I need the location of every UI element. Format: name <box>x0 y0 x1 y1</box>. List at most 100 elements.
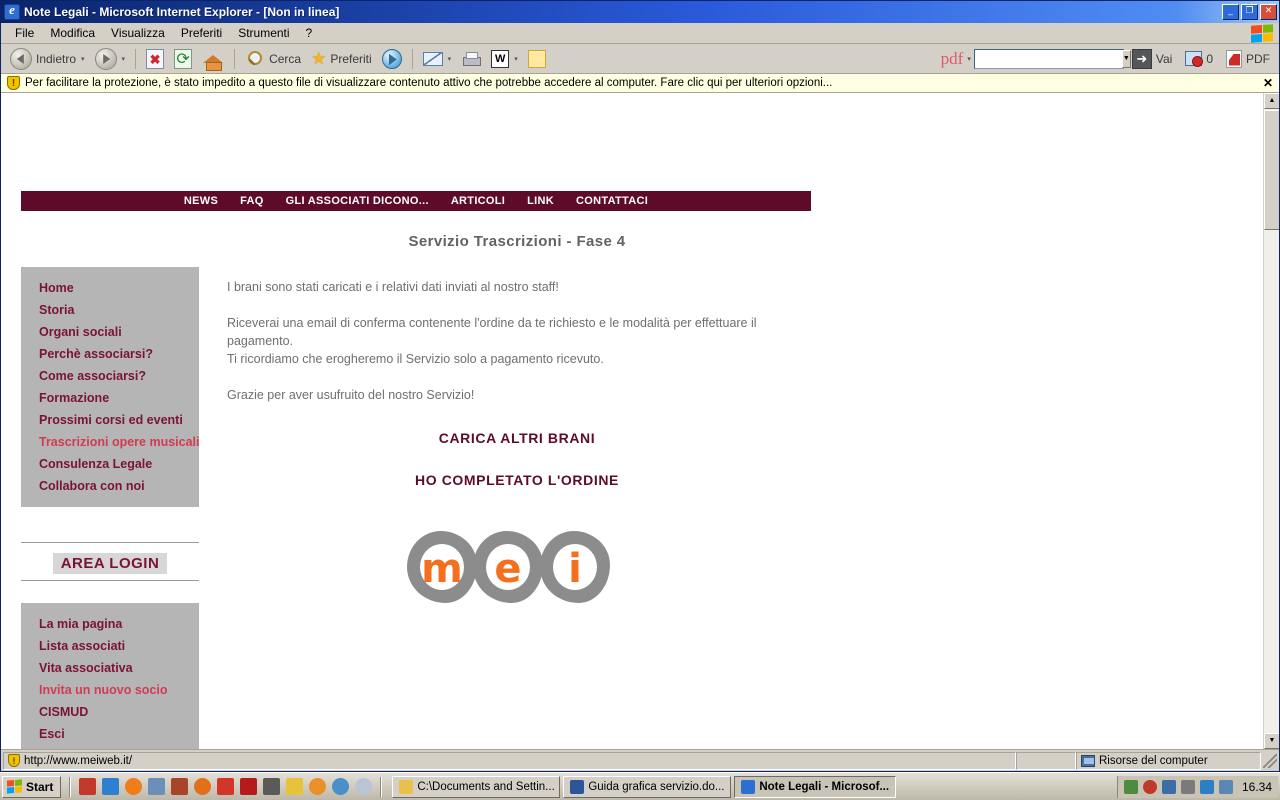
disc-icon[interactable] <box>355 778 373 795</box>
mail-chevron-down-icon[interactable]: ▾ <box>448 55 452 63</box>
edit-chevron-down-icon[interactable]: ▾ <box>514 55 518 63</box>
go-button[interactable]: ➜ Vai <box>1127 46 1177 72</box>
sidebar-item-prossimi-corsi-ed-eventi[interactable]: Prossimi corsi ed eventi <box>21 409 199 431</box>
favorites-button[interactable]: ★ Preferiti <box>306 46 377 72</box>
menu-bar: File Modifica Visualizza Preferiti Strum… <box>1 23 1279 44</box>
menu-item-strumenti[interactable]: Strumenti <box>230 24 297 42</box>
sidebar-item-invita-un-nuovo-socio[interactable]: Invita un nuovo socio <box>21 679 199 701</box>
start-button[interactable]: Start <box>2 775 62 798</box>
scroll-up-button[interactable]: ▲ <box>1264 93 1279 109</box>
browser-window: Note Legali - Microsoft Internet Explore… <box>0 0 1280 772</box>
photoshop-icon[interactable] <box>263 778 281 795</box>
key-icon[interactable] <box>309 778 327 795</box>
taskbar-button-word-document[interactable]: Guida grafica servizio.do... <box>563 775 732 798</box>
popup-blocker-button[interactable]: 0 <box>1180 46 1218 72</box>
convert-pdf-button[interactable]: PDF <box>1221 46 1275 72</box>
pdf-chevron-down-icon[interactable]: ▾ <box>967 55 971 63</box>
forward-chevron-down-icon[interactable]: ▾ <box>122 55 126 63</box>
maximize-button[interactable]: ❐ <box>1241 4 1258 20</box>
media-player-icon[interactable] <box>79 778 97 795</box>
antivirus-icon[interactable] <box>1142 779 1157 794</box>
firefox-icon[interactable] <box>194 778 212 795</box>
sidebar-item-esci[interactable]: Esci <box>21 723 199 745</box>
back-button[interactable]: Indietro ▾ <box>5 46 90 72</box>
sidebar-item-vita-associativa[interactable]: Vita associativa <box>21 657 199 679</box>
refresh-button[interactable] <box>169 46 197 72</box>
notes-button[interactable] <box>523 46 551 72</box>
nero-icon[interactable] <box>171 778 189 795</box>
red-app-icon[interactable] <box>240 778 258 795</box>
sidebar-item-come-associarsi[interactable]: Come associarsi? <box>21 365 199 387</box>
taskbar-button-documents[interactable]: C:\Documents and Settin... <box>392 775 561 798</box>
nav-link-faq[interactable]: FAQ <box>240 195 264 207</box>
nav-link-link[interactable]: LINK <box>527 195 554 207</box>
sidebar-item-collabora-con-noi[interactable]: Collabora con noi <box>21 475 199 497</box>
sidebar-item-lista-associati[interactable]: Lista associati <box>21 635 199 657</box>
nav-link-gli-associati-dicono[interactable]: GLI ASSOCIATI DICONO... <box>286 195 429 207</box>
pdf-brand-label: pdf <box>940 48 964 68</box>
computer-icon <box>1081 754 1095 767</box>
windows-media-icon[interactable] <box>125 778 143 795</box>
menu-item-help[interactable]: ? <box>298 24 321 42</box>
sidebar-item-formazione[interactable]: Formazione <box>21 387 199 409</box>
sidebar: Home Storia Organi sociali Perchè associ… <box>21 267 199 749</box>
scrollbar-thumb[interactable] <box>1264 110 1279 230</box>
sidebar-item-la-mia-pagina[interactable]: La mia pagina <box>21 613 199 635</box>
clonecd-tray-icon[interactable] <box>1199 779 1214 794</box>
sidebar-item-cismud[interactable]: CISMUD <box>21 701 199 723</box>
nav-link-contattaci[interactable]: CONTATTACI <box>576 195 648 207</box>
computer-icon[interactable] <box>148 778 166 795</box>
germany-flag-icon[interactable] <box>286 778 304 795</box>
media-button[interactable] <box>377 46 407 72</box>
scroll-down-button[interactable]: ▼ <box>1264 733 1279 749</box>
browser-toolbar: Indietro ▾ ▾ Cerca ★ Preferiti ▾ W ▾ <box>1 44 1279 74</box>
display-icon[interactable] <box>1218 779 1233 794</box>
clock[interactable]: 16.34 <box>1242 780 1272 794</box>
taskbar-window-buttons: C:\Documents and Settin... Guida grafica… <box>392 775 897 798</box>
nav-link-articoli[interactable]: ARTICOLI <box>451 195 505 207</box>
start-label: Start <box>26 779 54 794</box>
sidebar-item-consulenza-legale[interactable]: Consulenza Legale <box>21 453 199 475</box>
ho-completato-ordine-link[interactable]: HO COMPLETATO L'ORDINE <box>227 472 807 488</box>
forward-button[interactable]: ▾ <box>90 46 131 72</box>
carica-altri-brani-link[interactable]: CARICA ALTRI BRANI <box>227 430 807 446</box>
battery-icon[interactable] <box>1161 779 1176 794</box>
home-button[interactable] <box>197 46 229 72</box>
close-button[interactable]: ✕ <box>1260 4 1277 20</box>
menu-item-modifica[interactable]: Modifica <box>42 24 103 42</box>
printer-icon <box>461 51 482 67</box>
folder-icon <box>399 779 414 794</box>
minimize-button[interactable]: _ <box>1222 4 1239 20</box>
sidebar-item-storia[interactable]: Storia <box>21 299 199 321</box>
checker-icon[interactable] <box>1180 779 1195 794</box>
sidebar-item-trascrizioni-opere-musicali[interactable]: Trascrizioni opere musicali <box>21 431 199 453</box>
menu-item-visualizza[interactable]: Visualizza <box>103 24 173 42</box>
stop-button[interactable] <box>141 46 169 72</box>
content-paragraph-2: Riceverai una email di conferma contenen… <box>227 316 757 366</box>
pdf-address-input[interactable] <box>974 51 1122 66</box>
mail-button[interactable]: ▾ <box>418 46 457 72</box>
resize-grip[interactable] <box>1263 753 1277 768</box>
information-bar[interactable]: Per facilitare la protezione, è stato im… <box>1 74 1279 93</box>
network-icon[interactable] <box>1123 779 1138 794</box>
sidebar-item-perche-associarsi[interactable]: Perchè associarsi? <box>21 343 199 365</box>
ie-document-icon <box>4 2 20 20</box>
clone-cd-icon[interactable] <box>217 778 235 795</box>
search-button[interactable]: Cerca <box>240 46 306 72</box>
menu-item-preferiti[interactable]: Preferiti <box>173 24 230 42</box>
internet-icon[interactable] <box>332 778 350 795</box>
print-button[interactable] <box>456 46 486 72</box>
go-arrow-icon: ➜ <box>1131 48 1152 69</box>
area-login-header: AREA LOGIN <box>21 543 199 580</box>
back-chevron-down-icon[interactable]: ▾ <box>81 55 85 63</box>
sidebar-item-home[interactable]: Home <box>21 277 199 299</box>
outlook-express-icon[interactable] <box>102 778 120 795</box>
taskbar-button-note-legali[interactable]: Note Legali - Microsof... <box>734 775 897 798</box>
information-bar-close-icon[interactable]: ✕ <box>1263 76 1273 90</box>
page-vertical-scrollbar[interactable]: ▲ ▼ <box>1263 93 1279 749</box>
sidebar-item-organi-sociali[interactable]: Organi sociali <box>21 321 199 343</box>
nav-link-news[interactable]: NEWS <box>184 195 218 207</box>
edit-word-button[interactable]: W ▾ <box>486 46 523 72</box>
menu-item-file[interactable]: File <box>7 24 42 42</box>
pdf-address-combo[interactable]: ▼ <box>973 48 1131 69</box>
